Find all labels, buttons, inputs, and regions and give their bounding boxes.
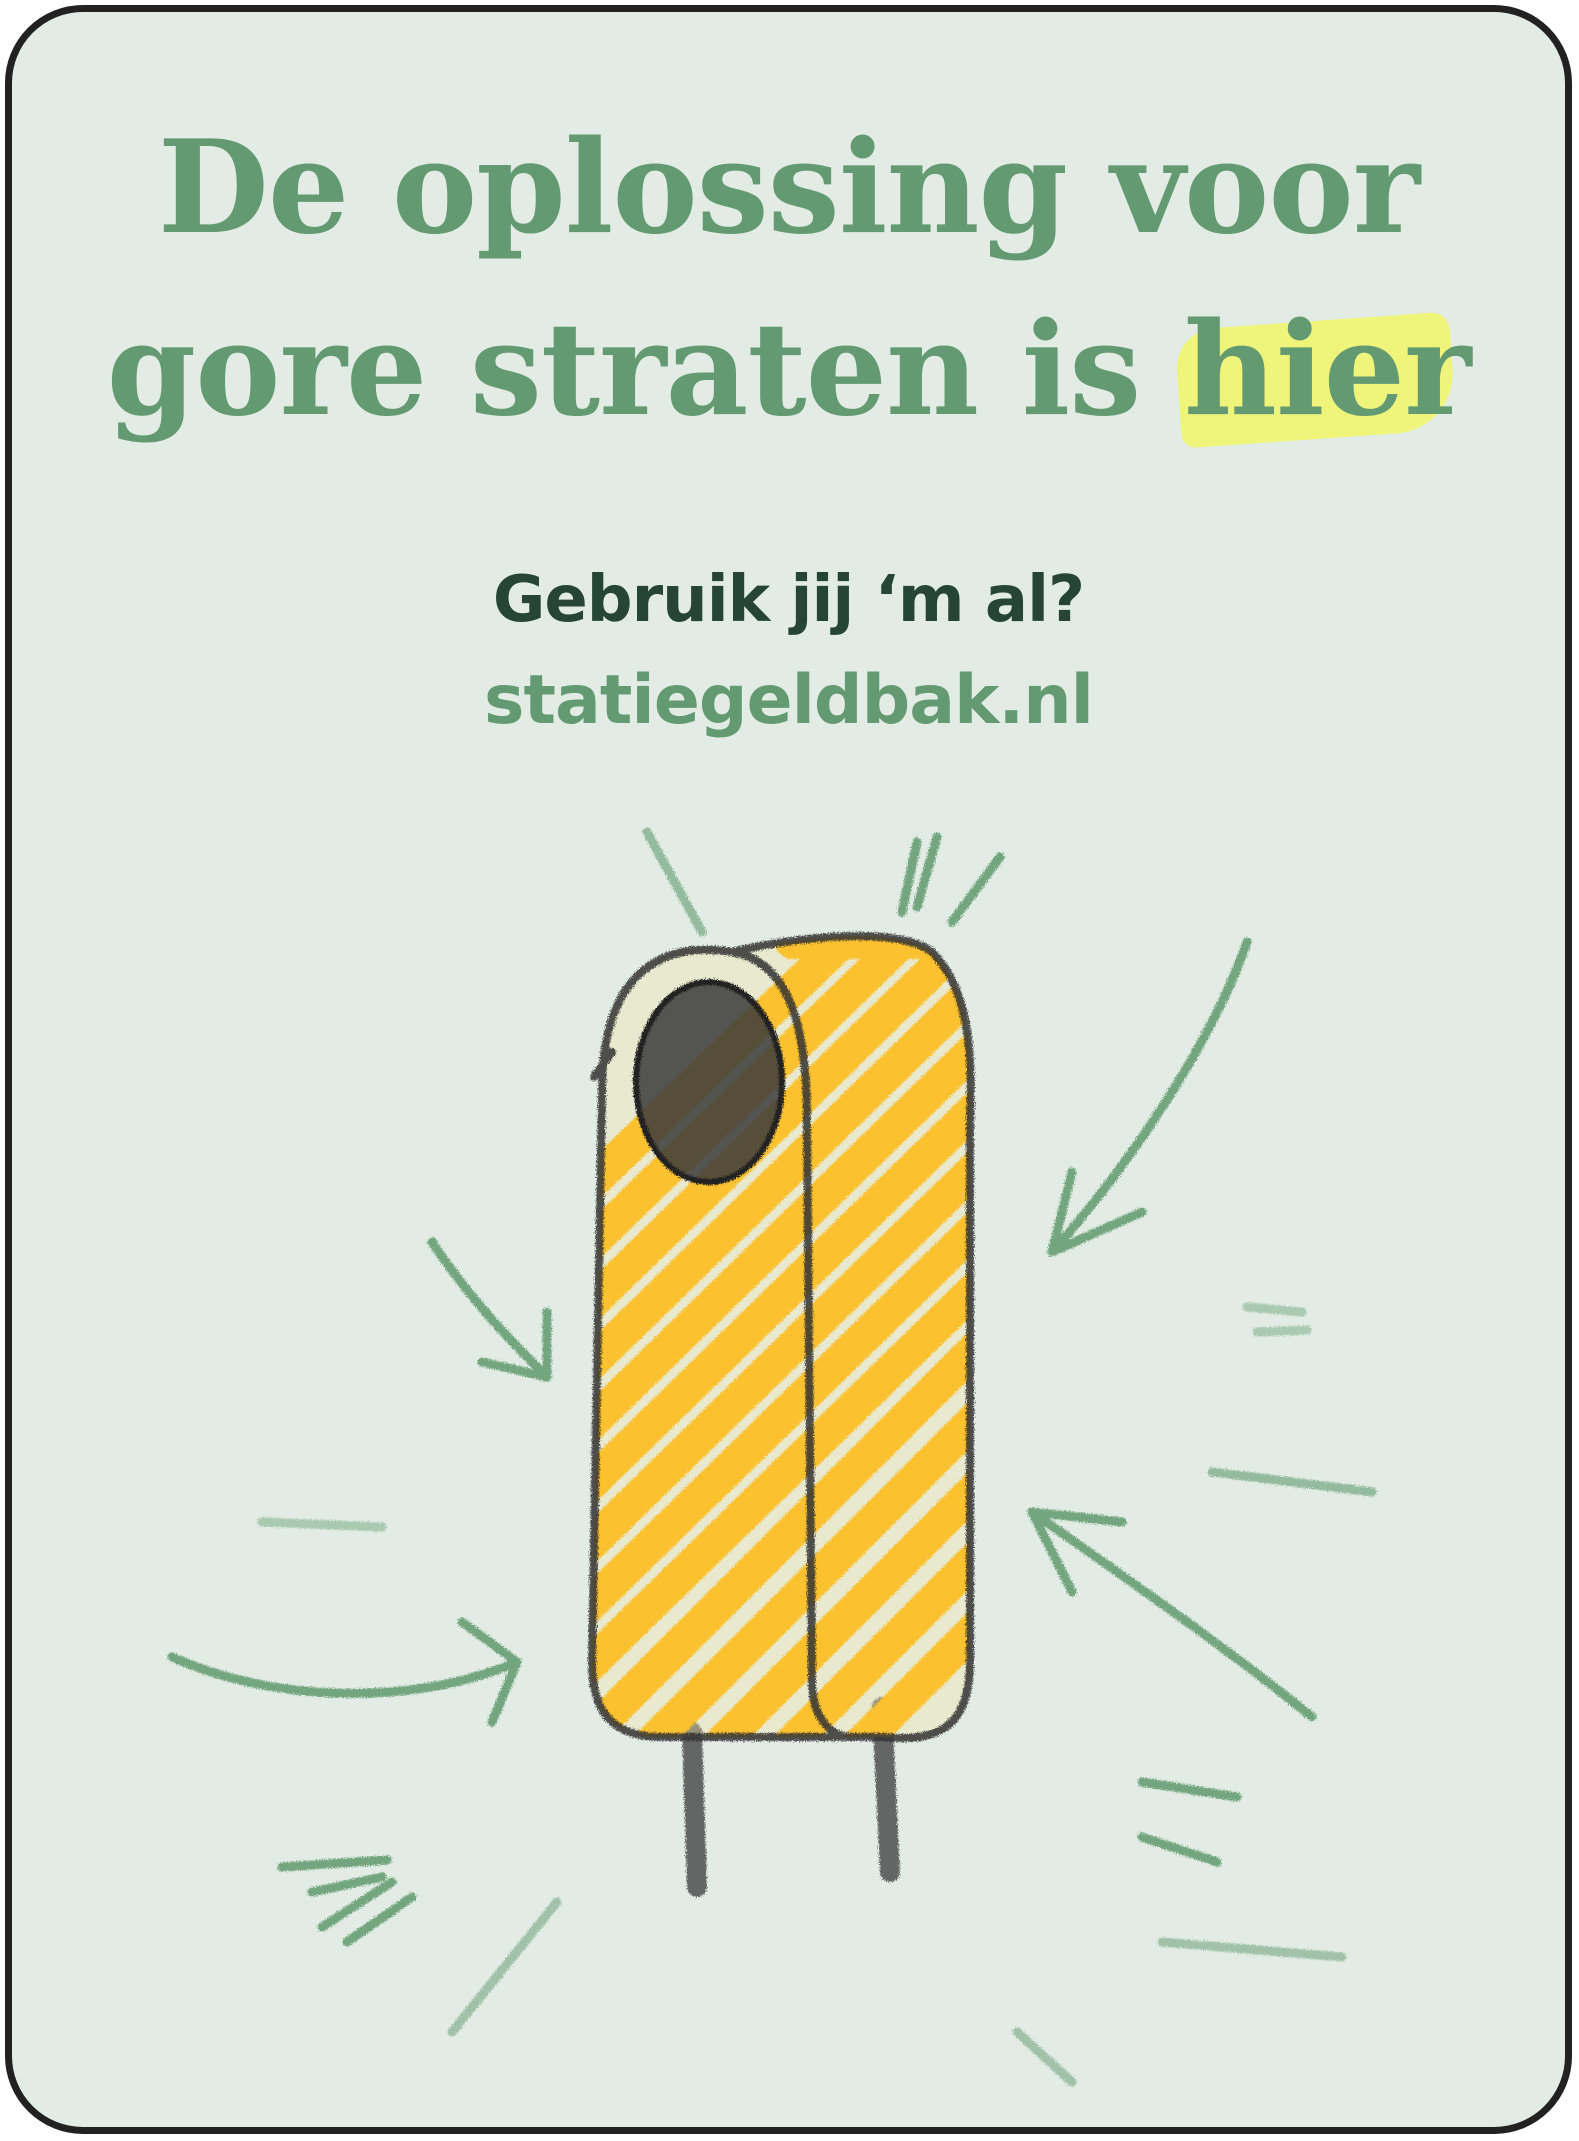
ray-top-left-icon [642, 827, 707, 937]
dash-left-1-icon [257, 1517, 387, 1532]
dash-right-6-icon [1012, 2027, 1077, 2087]
dash-right-5-icon [1157, 1937, 1347, 1962]
arrow-upper-right-icon [1047, 937, 1252, 1257]
bin-opening-icon [633, 979, 785, 1185]
bin-body [592, 936, 971, 1739]
arrow-middle-left-icon [427, 1237, 552, 1382]
highlighted-word: hier [1183, 279, 1472, 461]
bin-leg-left-icon [682, 1722, 707, 1897]
headline-line-2: gore straten is hier [12, 279, 1565, 461]
arrow-lower-right-icon [1027, 1507, 1317, 1722]
arrow-lower-left-icon [167, 1652, 522, 1698]
question-text: Gebruik jij ‘m al? [492, 563, 1085, 637]
dash-right-2-icon [1207, 1467, 1377, 1497]
ray-top-3-icon [947, 852, 1005, 927]
website-link[interactable]: statiegeldbak.nl [12, 656, 1565, 746]
poster-card: De oplossing voor gore straten is hier G… [5, 5, 1572, 2134]
scribble-left-4-icon [447, 1897, 562, 2037]
scribble-left-1-icon [277, 1855, 392, 1872]
highlighted-word-text: hier [1183, 295, 1472, 445]
headline: De oplossing voor gore straten is hier [12, 97, 1565, 461]
dash-right-1-icon [1242, 1302, 1307, 1317]
headline-line-2-text: gore straten is [106, 295, 1184, 445]
headline-line-1: De oplossing voor [157, 113, 1420, 263]
deposit-bin-illustration [167, 827, 1377, 2087]
dash-right-4-icon [1137, 1832, 1222, 1867]
dash-right-3-icon [1137, 1777, 1242, 1802]
